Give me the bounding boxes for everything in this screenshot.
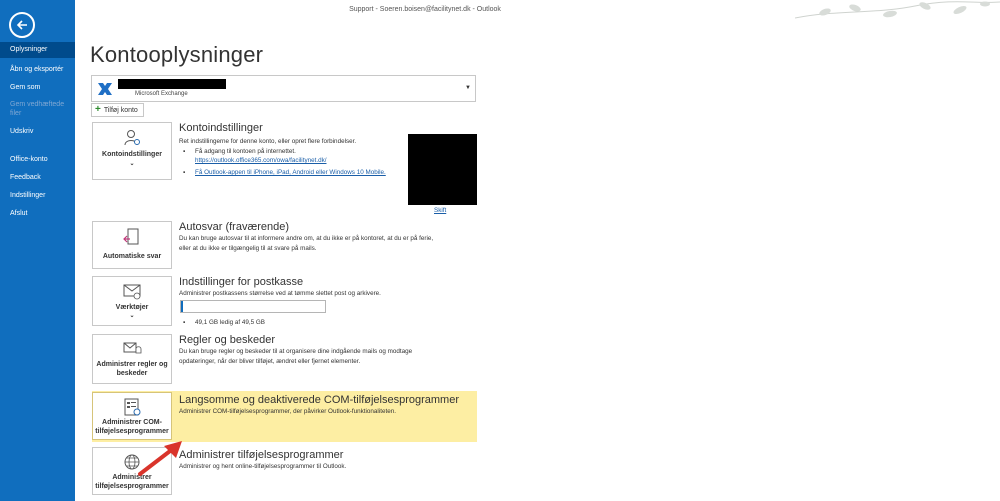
com-addins-desc: Administrer COM-tilføjelsesprogrammer, d…: [179, 408, 396, 415]
com-addins-icon: [124, 398, 141, 416]
com-addins-section: Langsomme og deaktiverede COM-tilføjelse…: [179, 394, 459, 417]
mobile-app-link[interactable]: Få Outlook-appen til iPhone, iPad, Andro…: [195, 169, 386, 176]
addins-desc: Administrer og hent online-tilføjelsespr…: [179, 463, 347, 470]
back-arrow-icon: [16, 20, 27, 30]
sidebar-item-print[interactable]: Udskriv: [0, 124, 75, 140]
owa-link[interactable]: https://outlook.office365.com/owa/facili…: [179, 156, 386, 166]
account-settings-section: Kontoindstillinger Ret indstillingerne f…: [179, 122, 386, 178]
sidebar-item-exit[interactable]: Afslut: [0, 206, 75, 222]
sidebar-item-open-export[interactable]: Åbn og eksportér: [0, 62, 75, 78]
tools-tile-label: Værktøjer: [115, 304, 149, 311]
window-title: Support - Soeren.boisen@facilitynet.dk -…: [349, 6, 501, 13]
backstage-sidebar: Oplysninger Åbn og eksportér Gem som Gem…: [0, 0, 75, 501]
sidebar-item-save-attachments[interactable]: Gem vedhæftede filer: [0, 98, 75, 122]
rules-alerts-icon: [123, 342, 142, 354]
change-photo-link[interactable]: Skift: [434, 206, 446, 216]
sidebar-item-feedback[interactable]: Feedback: [0, 170, 75, 186]
add-account-button[interactable]: + Tilføj konto: [91, 103, 144, 117]
automatic-replies-tile[interactable]: Automatiske svar: [92, 221, 172, 269]
manage-com-addins-tile[interactable]: Administrer COM-tilføjelsesprogrammer: [92, 392, 172, 440]
sidebar-item-options[interactable]: Indstillinger: [0, 188, 75, 204]
auto-reply-title: Autosvar (fraværende): [179, 221, 290, 233]
account-settings-title: Kontoindstillinger: [179, 122, 263, 134]
branch-decoration-icon: [795, 1, 1000, 19]
sidebar-item-info[interactable]: Oplysninger: [0, 42, 75, 58]
profile-picture-redacted: [408, 134, 477, 205]
tools-tile[interactable]: Værktøjer ⌄: [92, 276, 172, 326]
chevron-down-icon: ▼: [465, 85, 471, 91]
mobile-app-bullet: Få Outlook-appen til iPhone, iPad, Andro…: [179, 168, 386, 178]
mailbox-tools-icon: [123, 284, 141, 300]
rules-section: Regler og beskeder Du kan bruge regler o…: [179, 334, 412, 367]
account-type-label: Microsoft Exchange: [135, 91, 188, 97]
auto-reply-desc-1: Du kan bruge autosvar til at informere a…: [179, 235, 434, 242]
back-button[interactable]: [9, 12, 35, 38]
sidebar-item-save-as[interactable]: Gem som: [0, 80, 75, 96]
com-addins-title: Langsomme og deaktiverede COM-tilføjelse…: [179, 394, 459, 406]
mailbox-settings-desc: Administrer postkassens størrelse ved at…: [179, 290, 381, 297]
rules-desc-1: Du kan bruge regler og beskeder til at o…: [179, 348, 413, 355]
account-email-redacted: [118, 79, 226, 89]
chevron-down-icon: ⌄: [129, 313, 135, 319]
manage-rules-tile-label: Administrer regler og beskeder: [96, 361, 168, 377]
auto-reply-section: Autosvar (fraværende) Du kan bruge autos…: [179, 221, 433, 254]
page-title: Kontooplysninger: [90, 42, 264, 67]
mailbox-settings-section: Indstillinger for postkasse Administrer …: [179, 276, 381, 299]
addins-title: Administrer tilføjelsesprogrammer: [179, 449, 344, 461]
account-settings-tile-label: Kontoindstillinger: [102, 151, 162, 158]
account-settings-tile[interactable]: Kontoindstillinger ⌄: [92, 122, 172, 180]
automatic-replies-tile-label: Automatiske svar: [102, 253, 162, 260]
mailbox-storage-fill: [181, 301, 183, 312]
manage-rules-tile[interactable]: Administrer regler og beskeder: [92, 334, 172, 384]
mailbox-storage-bar: [180, 300, 326, 313]
auto-reply-icon: [123, 228, 139, 245]
web-access-bullet: Få adgang til kontoen på internettet.: [179, 147, 386, 156]
main-content: Kontooplysninger Microsoft Exchange ▼ + …: [75, 20, 1000, 501]
title-bar: Support - Soeren.boisen@facilitynet.dk -…: [75, 0, 1000, 20]
auto-reply-desc-2: eller at du ikke er tilgængelig til at s…: [179, 245, 317, 252]
account-settings-desc: Ret indstillingerne for denne konto, ell…: [179, 138, 357, 145]
rules-desc-2: opdateringer, når der bliver tilføjet, æ…: [179, 358, 361, 365]
red-arrow-annotation-icon: [138, 441, 182, 476]
mailbox-settings-title: Indstillinger for postkasse: [179, 276, 304, 288]
account-settings-icon: [124, 130, 140, 146]
manage-com-addins-tile-label: Administrer COM-tilføjelsesprogrammer: [95, 419, 169, 435]
add-account-label: Tilføj konto: [103, 106, 138, 114]
storage-free-text: 49,1 GB ledig af 49,5 GB: [179, 318, 265, 327]
account-selector-dropdown[interactable]: Microsoft Exchange ▼: [91, 75, 476, 102]
rules-title: Regler og beskeder: [179, 334, 276, 346]
addins-section: Administrer tilføjelsesprogrammer Admini…: [179, 449, 346, 472]
plus-icon: +: [95, 104, 101, 115]
exchange-icon: [96, 80, 114, 98]
sidebar-item-office-account[interactable]: Office-konto: [0, 152, 75, 168]
chevron-down-icon: ⌄: [129, 161, 135, 167]
